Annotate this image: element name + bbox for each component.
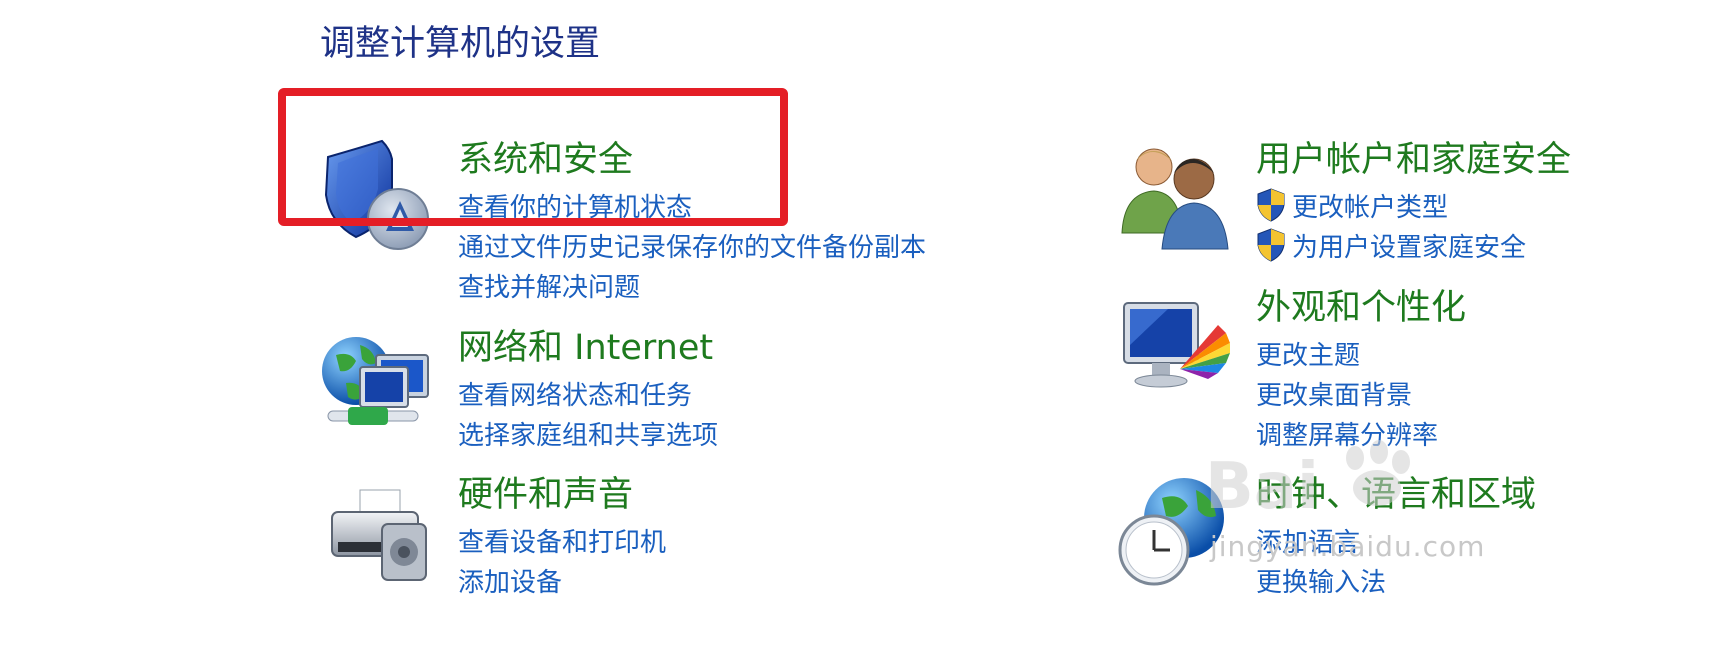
category-links-appearance: 更改主题 更改桌面背景 调整屏幕分辨率 — [1256, 333, 1438, 453]
category-hardware-sound: 硬件和声音 查看设备和打印机 添加设备 — [320, 472, 960, 602]
link-troubleshoot[interactable]: 查找并解决问题 — [458, 265, 926, 305]
clock-globe-icon — [1118, 478, 1224, 586]
category-links-clock-language-region: 添加语言 更换输入法 — [1256, 520, 1386, 600]
category-title-system-security[interactable]: 系统和安全 — [458, 137, 633, 183]
link-change-input-method[interactable]: 更换输入法 — [1256, 560, 1386, 600]
uac-shield-icon — [1257, 188, 1285, 222]
page-title: 调整计算机的设置 — [320, 24, 601, 64]
printer-icon — [331, 489, 427, 581]
category-links-hardware-sound: 查看设备和打印机 添加设备 — [458, 520, 666, 600]
category-title-clock-language-region[interactable]: 时钟、语言和区域 — [1256, 472, 1536, 518]
link-devices-printers[interactable]: 查看设备和打印机 — [458, 520, 666, 560]
link-change-theme[interactable]: 更改主题 — [1256, 333, 1438, 373]
category-title-network-internet[interactable]: 网络和 Internet — [458, 325, 713, 371]
network-globe-icon — [322, 337, 429, 425]
link-change-desktop-background[interactable]: 更改桌面背景 — [1256, 373, 1438, 413]
category-clock-language-region: 时钟、语言和区域 添加语言 更换输入法 — [1118, 472, 1719, 602]
shield-icon — [324, 139, 429, 250]
category-links-user-accounts: 更改帐户类型 为用户设置家庭安全 — [1256, 185, 1526, 265]
category-system-security: 系统和安全 查看你的计算机状态 通过文件历史记录保存你的文件备份副本 查找并解决… — [320, 137, 960, 307]
link-change-account-type-label: 更改帐户类型 — [1292, 192, 1449, 223]
link-homegroup-sharing[interactable]: 选择家庭组和共享选项 — [458, 413, 718, 453]
category-title-user-accounts[interactable]: 用户帐户和家庭安全 — [1256, 137, 1571, 183]
uac-shield-icon — [1257, 228, 1285, 262]
link-family-safety[interactable]: 为用户设置家庭安全 — [1256, 225, 1526, 265]
link-adjust-resolution[interactable]: 调整屏幕分辨率 — [1256, 413, 1438, 453]
link-add-device[interactable]: 添加设备 — [458, 560, 666, 600]
category-links-system-security: 查看你的计算机状态 通过文件历史记录保存你的文件备份副本 查找并解决问题 — [458, 185, 926, 305]
link-view-computer-status[interactable]: 查看你的计算机状态 — [458, 185, 926, 225]
category-links-network-internet: 查看网络状态和任务 选择家庭组和共享选项 — [458, 373, 718, 453]
category-network-internet: 网络和 Internet 查看网络状态和任务 选择家庭组和共享选项 — [320, 325, 960, 455]
category-title-appearance[interactable]: 外观和个性化 — [1256, 285, 1466, 331]
link-add-language[interactable]: 添加语言 — [1256, 520, 1386, 560]
monitor-palette-icon — [1123, 302, 1230, 388]
link-file-history-backup[interactable]: 通过文件历史记录保存你的文件备份副本 — [458, 225, 926, 265]
users-icon — [1121, 148, 1229, 250]
link-family-safety-label: 为用户设置家庭安全 — [1292, 232, 1527, 263]
category-appearance: 外观和个性化 更改主题 更改桌面背景 调整屏幕分辨率 — [1118, 285, 1719, 455]
category-user-accounts: 用户帐户和家庭安全 更改帐户类型 为用户设置家庭安全 — [1118, 137, 1719, 277]
link-change-account-type[interactable]: 更改帐户类型 — [1256, 185, 1526, 225]
category-title-hardware-sound[interactable]: 硬件和声音 — [458, 472, 633, 518]
link-network-status-tasks[interactable]: 查看网络状态和任务 — [458, 373, 718, 413]
